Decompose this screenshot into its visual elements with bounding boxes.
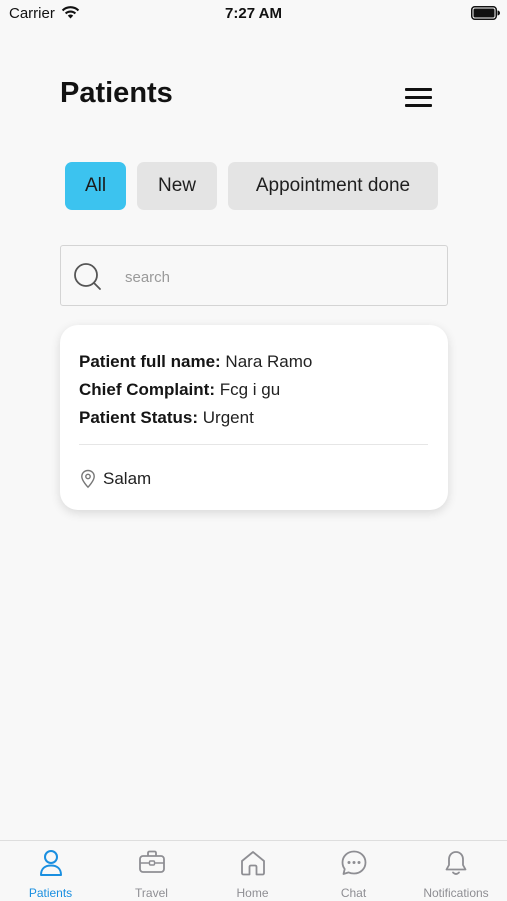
search-input[interactable] xyxy=(123,263,427,291)
status-bar: Carrier 7:27 AM xyxy=(0,0,507,28)
card-divider xyxy=(79,444,428,445)
tab-notifications-label: Notifications xyxy=(423,886,489,900)
patient-name-value: Nara Ramo xyxy=(225,352,313,371)
hamburger-menu-icon[interactable] xyxy=(405,88,433,110)
patient-name-row: Patient full name: Nara Ramo xyxy=(79,352,312,372)
page-title: Patients xyxy=(60,77,173,109)
location-pin-icon xyxy=(81,469,95,489)
tab-travel[interactable]: Travel xyxy=(101,841,202,901)
tab-patients-label: Patients xyxy=(28,886,73,900)
tab-chat-label: Chat xyxy=(340,886,367,900)
tab-chat[interactable]: Chat xyxy=(303,841,404,901)
status-time: 7:27 AM xyxy=(225,5,282,22)
patient-location: Salam xyxy=(103,469,152,488)
chief-complaint-label: Chief Complaint: xyxy=(79,380,215,399)
filter-appointment-done-button[interactable]: Appointment done xyxy=(228,162,438,210)
search-box[interactable] xyxy=(60,245,448,306)
tab-home[interactable]: Home xyxy=(202,841,303,901)
tab-bar: Patients Travel Home Chat Notifications xyxy=(0,840,507,900)
home-icon xyxy=(240,851,265,876)
patient-status-value: Urgent xyxy=(202,408,254,427)
patient-status-row: Patient Status: Urgent xyxy=(79,408,254,428)
battery-icon xyxy=(471,6,500,20)
person-icon xyxy=(39,850,62,876)
filter-all-button[interactable]: All xyxy=(65,162,126,210)
tab-notifications[interactable]: Notifications xyxy=(405,841,507,901)
chief-complaint-value: Fcg i gu xyxy=(219,380,281,399)
briefcase-icon xyxy=(138,850,165,873)
filter-new-button[interactable]: New xyxy=(137,162,217,210)
tab-home-label: Home xyxy=(236,886,269,900)
bell-icon xyxy=(445,851,467,875)
patient-card[interactable]: Patient full name: Nara Ramo Chief Compl… xyxy=(60,325,448,510)
tab-travel-label: Travel xyxy=(135,886,168,900)
search-icon xyxy=(74,263,101,290)
chat-bubble-icon xyxy=(341,850,366,875)
chief-complaint-row: Chief Complaint: Fcg i gu xyxy=(79,380,280,400)
patient-status-label: Patient Status: xyxy=(79,408,199,427)
patient-name-label: Patient full name: xyxy=(79,352,221,371)
tab-patients[interactable]: Patients xyxy=(0,841,101,901)
